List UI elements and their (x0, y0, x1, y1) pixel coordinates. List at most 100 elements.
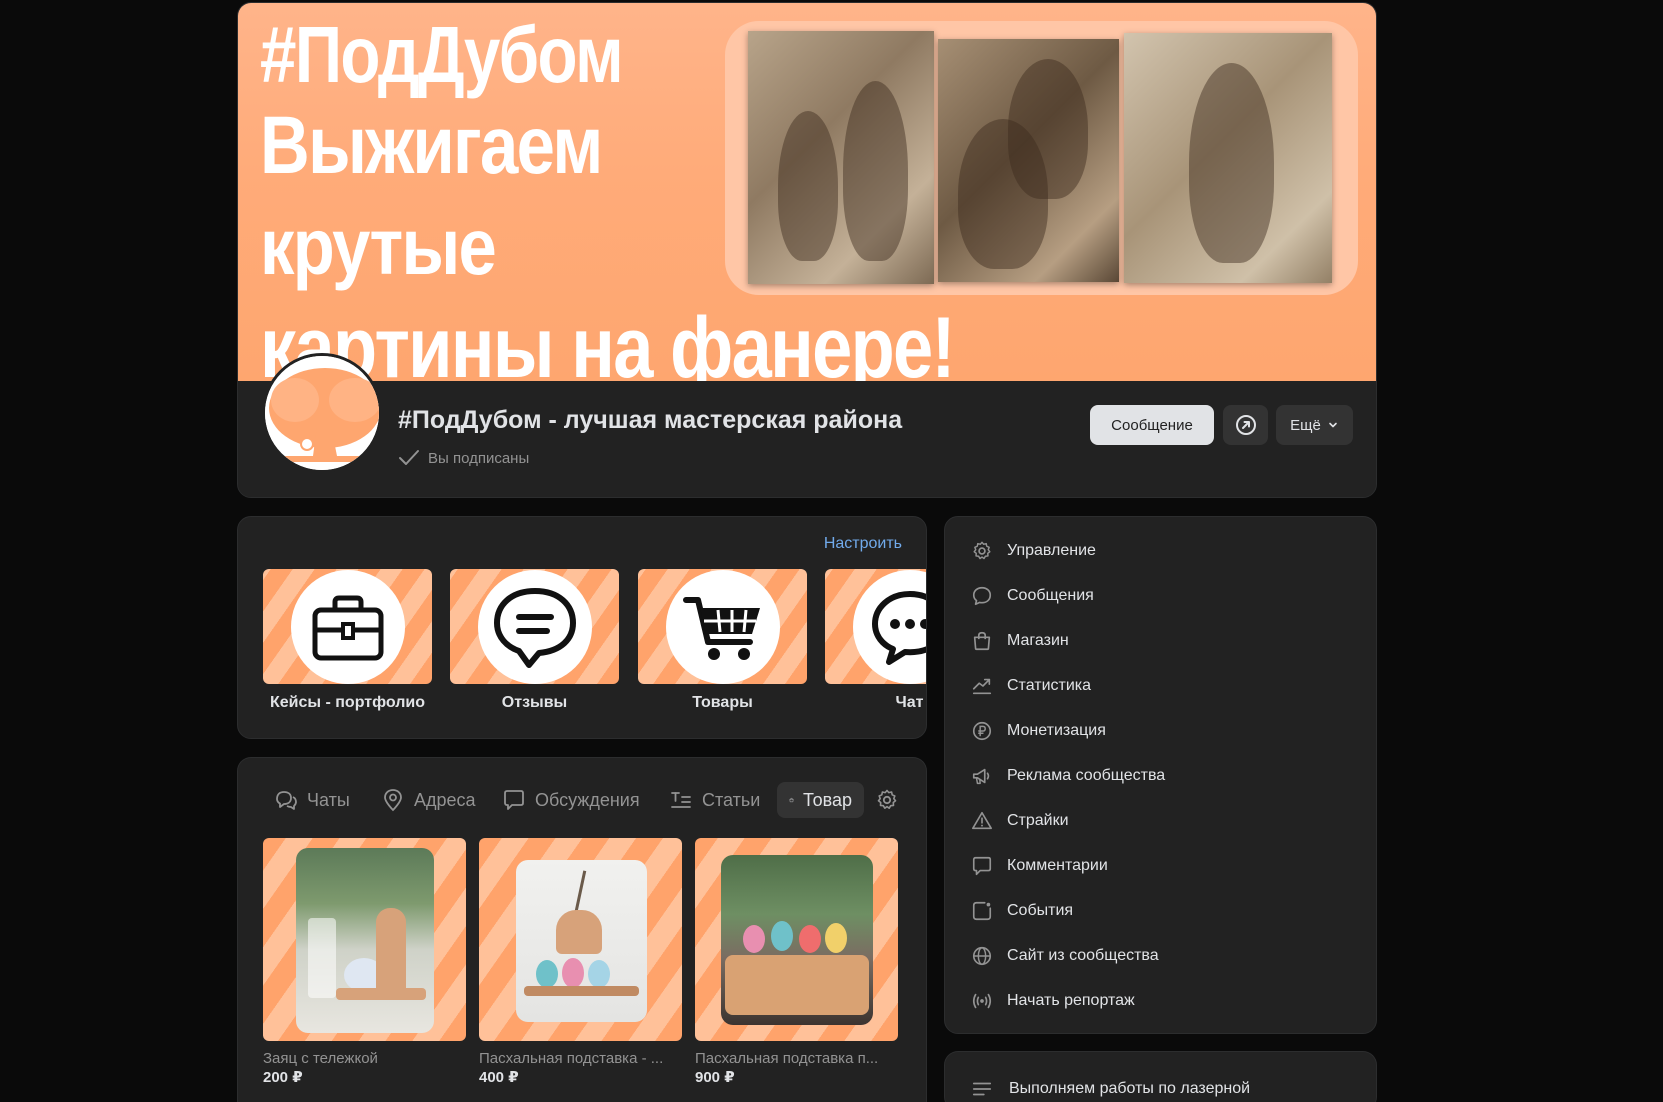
warning-icon (972, 811, 992, 830)
tab-chats[interactable]: Чаты (274, 782, 350, 818)
location-pin-icon (384, 789, 402, 812)
comment-icon (972, 856, 992, 876)
menu-item-label: Магазин (1007, 632, 1069, 649)
check-icon (399, 450, 419, 465)
broadcast-icon (972, 993, 992, 1009)
menu-item-monetization[interactable]: Монетизация (971, 716, 1106, 746)
subscribed-label: Вы подписаны (428, 449, 530, 467)
tab-articles[interactable]: Статьи (669, 782, 760, 818)
subscription-status[interactable]: Вы подписаны (398, 449, 529, 467)
chevron-down-icon (1329, 422, 1337, 428)
link-tile-chat[interactable]: Чат (825, 569, 926, 712)
product-image (479, 838, 682, 1041)
chats-icon (276, 791, 297, 810)
discussion-icon (504, 790, 524, 810)
more-button-label: Ещё (1290, 416, 1321, 434)
ruble-icon (972, 721, 992, 741)
menu-item-label: Комментарии (1007, 857, 1108, 874)
tab-label: Товар (803, 789, 852, 810)
tab-products[interactable]: Товар (777, 782, 864, 818)
product-image (695, 838, 898, 1041)
cover-text-line: крутые (260, 202, 497, 291)
menu-item-label: Статистика (1007, 677, 1092, 694)
menu-item-statistics[interactable]: Статистика (971, 671, 1091, 701)
about-text: Выполняем работы по лазерной (1009, 1080, 1251, 1097)
product-price: 400 ₽ (479, 1069, 519, 1086)
plywood-portrait-photo (748, 31, 934, 284)
tab-label: Статьи (702, 789, 761, 810)
menu-item-shop[interactable]: Магазин (971, 626, 1069, 656)
link-tile-image (450, 569, 619, 684)
group-header: #ПодДубом Выжигаем крутые картины на фан… (237, 2, 1377, 498)
links-widget: Настроить Кейсы - портфолио Отзывы Товар… (237, 516, 927, 739)
chat-bubble-icon (493, 587, 576, 668)
product-price: 900 ₽ (695, 1069, 735, 1086)
menu-item-label: События (1007, 902, 1074, 919)
product-name: Пасхальная подставка - ... (479, 1050, 664, 1067)
menu-item-events[interactable]: События (971, 896, 1073, 926)
description-lines-icon (972, 1082, 992, 1096)
menu-item-messages[interactable]: Сообщения (971, 581, 1094, 611)
product-card[interactable]: Пасхальная подставка - ... 400 ₽ (479, 838, 682, 1086)
cover-text-line: Выжигаем (260, 100, 603, 191)
about-widget: Выполняем работы по лазерной (944, 1051, 1377, 1102)
cover-image: #ПодДубом Выжигаем крутые картины на фан… (238, 3, 1376, 381)
link-tile-portfolio[interactable]: Кейсы - портфолио (263, 569, 432, 712)
menu-item-community-site[interactable]: Сайт из сообщества (971, 941, 1159, 971)
menu-item-label: Сайт из сообщества (1007, 947, 1159, 964)
megaphone-icon (972, 768, 990, 785)
more-button[interactable]: Ещё (1276, 405, 1353, 445)
tab-label: Чаты (307, 789, 350, 810)
link-tile-image (638, 569, 807, 684)
product-card[interactable]: Заяц с тележкой 200 ₽ (263, 838, 466, 1086)
menu-item-label: Сообщения (1007, 587, 1094, 604)
globe-icon (972, 946, 992, 966)
toolbox-icon (312, 595, 383, 660)
group-avatar[interactable] (262, 353, 382, 473)
tab-label: Адреса (414, 789, 476, 810)
shopping-bag-icon (789, 797, 794, 803)
product-image (263, 838, 466, 1041)
menu-item-comments[interactable]: Комментарии (971, 851, 1108, 881)
gear-icon (973, 541, 991, 560)
link-tile-label: Кейсы - портфолио (269, 694, 426, 711)
group-title: #ПодДубом - лучшая мастерская района (398, 406, 903, 434)
link-tile-image (263, 569, 432, 684)
customize-link[interactable]: Настроить (824, 535, 902, 553)
product-card[interactable]: Пасхальная подставка п... 900 ₽ (695, 838, 898, 1086)
shopping-cart-icon (682, 596, 760, 660)
menu-item-start-broadcast[interactable]: Начать репортаж (971, 986, 1135, 1016)
menu-item-label: Страйки (1007, 812, 1069, 829)
tab-discussions[interactable]: Обсуждения (502, 782, 640, 818)
cover-text-line: картины на фанере! (260, 300, 956, 381)
link-tile-products[interactable]: Товары (638, 569, 807, 712)
tab-addresses[interactable]: Адреса (381, 782, 476, 818)
message-icon (972, 586, 992, 606)
about-description[interactable]: Выполняем работы по лазерной (971, 1078, 1250, 1100)
content-tabs-widget: Чаты Адреса Обсуждения Статьи Товар Заяц… (237, 757, 927, 1102)
product-name: Заяц с тележкой (263, 1050, 378, 1067)
share-button[interactable] (1223, 405, 1268, 445)
link-tile-image (825, 569, 926, 684)
gear-icon (877, 789, 897, 809)
menu-item-label: Начать репортаж (1007, 992, 1135, 1009)
tabs-settings-button[interactable] (875, 782, 899, 818)
message-button[interactable]: Сообщение (1090, 405, 1214, 445)
link-tile-label: Отзывы (501, 694, 568, 711)
admin-menu: Управление Сообщения Магазин Статистика … (944, 516, 1377, 1034)
menu-item-label: Реклама сообщества (1007, 767, 1166, 784)
articles-icon (671, 792, 691, 808)
plywood-portrait-photo (938, 39, 1119, 282)
product-name: Пасхальная подставка п... (695, 1050, 879, 1067)
link-tile-reviews[interactable]: Отзывы (450, 569, 619, 712)
menu-item-strikes[interactable]: Страйки (971, 806, 1069, 836)
chat-dots-icon (871, 590, 926, 665)
menu-item-management[interactable]: Управление (971, 536, 1096, 566)
events-icon (972, 901, 992, 921)
menu-item-advertising[interactable]: Реклама сообщества (971, 761, 1165, 791)
menu-item-label: Монетизация (1007, 722, 1106, 739)
shopping-bag-icon (973, 631, 991, 651)
tab-label: Обсуждения (535, 789, 640, 810)
share-arrow-icon (1235, 415, 1256, 435)
cover-text-line: #ПодДубом (260, 10, 624, 99)
